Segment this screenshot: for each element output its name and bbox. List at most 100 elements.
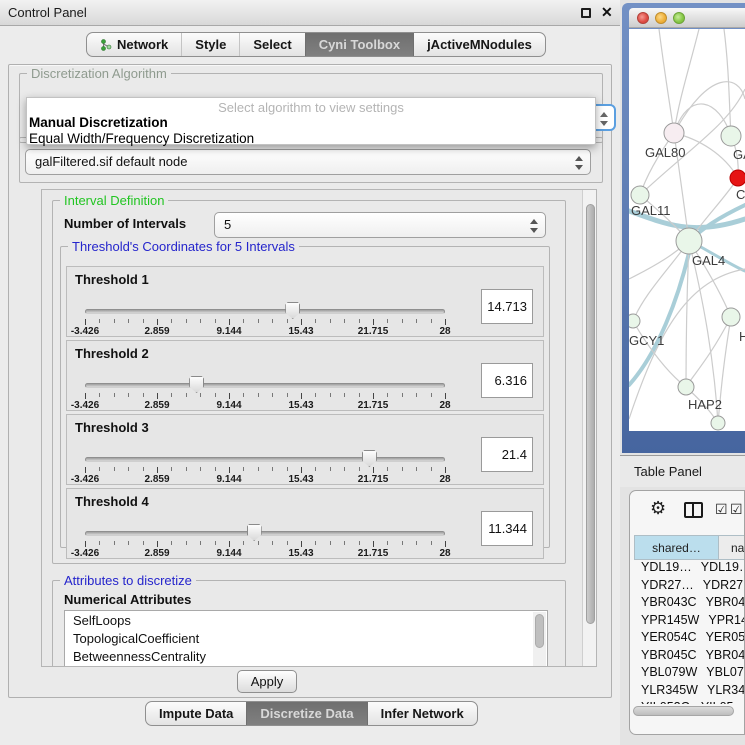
network-node[interactable] [711,416,725,430]
algorithm-option-manual[interactable]: Manual Discretization [29,115,168,130]
scrollbar-thumb[interactable] [586,204,595,624]
mode-tab-discretize-data[interactable]: Discretize Data [246,702,366,725]
cell-shared-name[interactable]: YDR27… [634,578,694,596]
scrollbar-thumb[interactable] [535,614,544,648]
slider-thumb[interactable] [285,302,300,319]
slider-tick [143,319,144,323]
network-node-gal11[interactable] [631,186,649,204]
slider-tick [272,541,273,545]
cell-shared-name[interactable]: YIL052C [634,700,692,704]
network-window-titlebar[interactable] [629,8,745,28]
numerical-attributes-list[interactable]: SelfLoopsTopologicalCoefficientBetweenne… [64,610,548,667]
network-node-h[interactable] [722,308,740,326]
tab-cyni-toolbox[interactable]: Cyni Toolbox [305,33,413,56]
slider-track[interactable] [85,309,445,314]
slider-thumb[interactable] [362,450,377,467]
settings-vertical-scrollbar[interactable] [582,190,597,666]
table-row[interactable]: YLR345WYLR34… [634,683,745,701]
slider-tick [215,541,216,545]
split-view-icon[interactable] [684,502,703,518]
checkbox-icon[interactable]: ☑ [715,501,728,518]
table-row[interactable]: YBR043CYBR04… [634,595,745,613]
table-row[interactable]: YER054CYER05… [634,630,745,648]
attribute-list-item[interactable]: TopologicalCoefficient [65,629,547,647]
cell-name[interactable]: YDR27… [694,578,745,596]
cell-name[interactable]: YBR04… [697,648,745,666]
mac-minimize-button[interactable] [655,12,667,24]
mode-tab-infer-network[interactable]: Infer Network [367,702,477,725]
gear-icon[interactable]: ⚙ [650,498,666,519]
mac-close-button[interactable] [637,12,649,24]
threshold-value-field[interactable]: 11.344 [481,511,533,546]
network-node-gal80[interactable] [664,123,684,143]
network-node-c[interactable] [730,170,745,186]
float-window-icon[interactable] [581,8,591,18]
cell-shared-name[interactable]: YPR145W [634,613,699,631]
table-row[interactable]: YBL079WYBL07… [634,665,745,683]
table-horizontal-scrollbar[interactable] [633,706,743,717]
network-node-gcy1[interactable] [629,314,640,328]
cell-shared-name[interactable]: YBR043C [634,595,697,613]
slider-tick [344,393,345,397]
table-row[interactable]: YIL052CYIL05… [634,700,745,704]
network-node-gal[interactable] [721,126,741,146]
slider-tick [85,393,86,399]
attribute-list-item[interactable]: BetweennessCentrality [65,647,547,665]
column-header-name[interactable]: name [719,535,745,560]
cell-shared-name[interactable]: YDL19… [634,560,692,578]
list-vertical-scrollbar[interactable] [533,612,546,666]
control-panel: Control Panel ✕ NetworkStyleSelectCyni T… [0,0,620,745]
tab-network[interactable]: Network [87,33,181,56]
cell-name[interactable]: YER05… [697,630,745,648]
slider-tick [215,467,216,471]
close-icon[interactable]: ✕ [601,4,613,21]
cell-shared-name[interactable]: YBR045C [634,648,697,666]
threshold-value-field[interactable]: 21.4 [481,437,533,472]
cell-shared-name[interactable]: YBL079W [634,665,697,683]
threshold-value-field[interactable]: 6.316 [481,363,533,398]
mac-zoom-button[interactable] [673,12,685,24]
cell-name[interactable]: YBR04… [697,595,745,613]
slider-thumb[interactable] [189,376,204,393]
cell-shared-name[interactable]: YLR345W [634,683,698,701]
algorithm-option-equal-width[interactable]: Equal Width/Frequency Discretization [29,131,254,146]
cell-name[interactable]: YIL05… [692,700,745,704]
network-node-gal4[interactable] [676,228,702,254]
slider-tick [157,541,158,547]
group-title: Attributes to discretize [60,573,196,588]
slider-track[interactable] [85,531,445,536]
discretization-algorithm-group: Discretization Algorithm Select algorith… [19,73,603,143]
slider-tick [128,319,129,323]
tab-style[interactable]: Style [181,33,239,56]
scrollbar-thumb[interactable] [633,706,734,716]
slider-tick [215,319,216,323]
threshold-value-field[interactable]: 14.713 [481,289,533,324]
tab-select[interactable]: Select [239,33,304,56]
table-row[interactable]: YBR045CYBR04… [634,648,745,666]
cell-name[interactable]: YLR34… [698,683,745,701]
network-canvas[interactable]: GAL80GALCGAL11GAL4GCY1HHAP2 [629,29,745,431]
table-row[interactable]: YDR27…YDR27… [634,578,745,596]
slider-track[interactable] [85,457,445,462]
table-row[interactable]: YDL19…YDL19… [634,560,745,578]
table-panel-title: Table Panel [634,464,702,479]
slider-tick [258,393,259,397]
number-of-intervals-select[interactable]: 5 [214,212,546,238]
checkbox-icon[interactable]: ☑ [730,501,743,518]
network-node-hap2[interactable] [678,379,694,395]
table-data-select[interactable]: galFiltered.sif default node [25,149,591,175]
attribute-list-item[interactable]: SelfLoops [65,611,547,629]
tab-jactivemnodules[interactable]: jActiveMNodules [413,33,545,56]
slider-tick [301,541,302,547]
slider-thumb[interactable] [247,524,262,541]
slider-tick [431,467,432,471]
cell-name[interactable]: YDL19… [692,560,745,578]
cell-name[interactable]: YPR14… [699,613,745,631]
cell-shared-name[interactable]: YER054C [634,630,697,648]
column-header-shared-name[interactable]: shared… [634,535,719,560]
cell-name[interactable]: YBL07… [697,665,745,683]
slider-track[interactable] [85,383,445,388]
table-row[interactable]: YPR145WYPR14… [634,613,745,631]
apply-button[interactable]: Apply [237,670,297,693]
mode-tab-impute-data[interactable]: Impute Data [146,702,246,725]
